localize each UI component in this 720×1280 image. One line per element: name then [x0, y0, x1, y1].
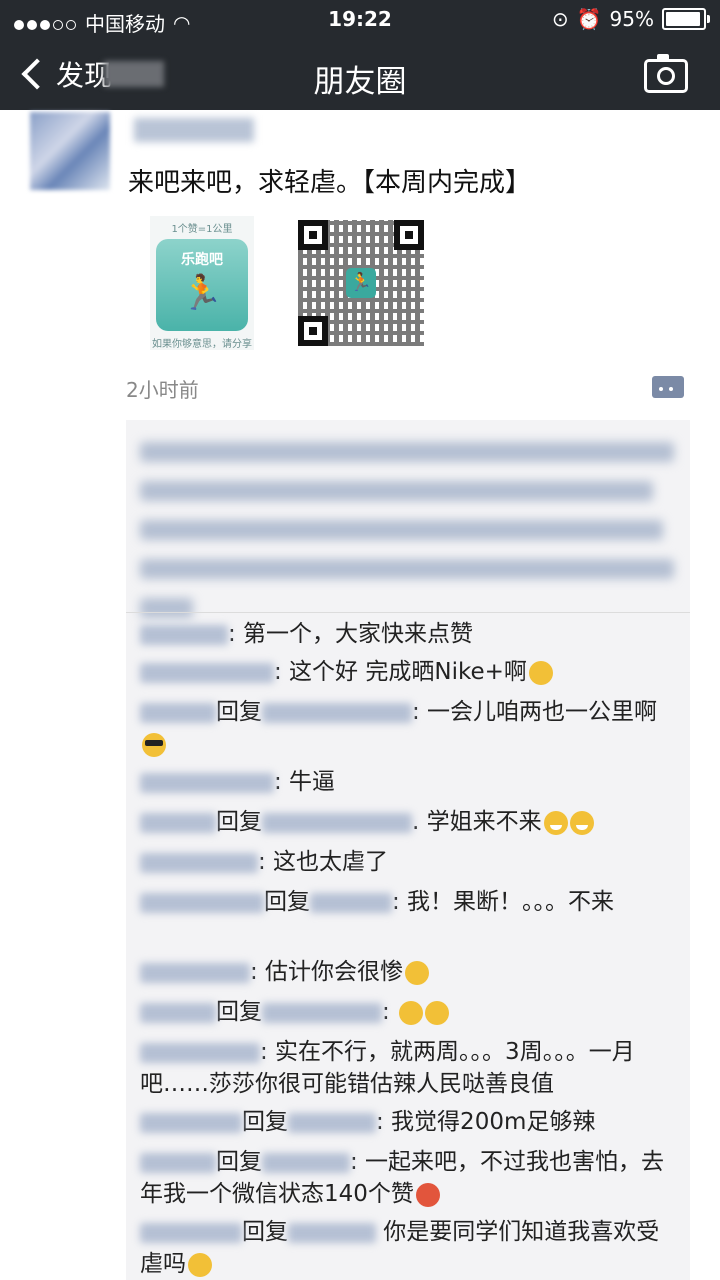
divider — [126, 612, 690, 613]
commenter-name[interactable] — [140, 962, 250, 983]
commenter-name[interactable] — [140, 1042, 260, 1063]
image-caption: 1个赞=1公里 — [171, 224, 233, 235]
likes-list — [140, 432, 674, 637]
app-name: 乐跑吧 — [181, 252, 223, 268]
commenter-name[interactable] — [140, 624, 228, 645]
camera-icon[interactable] — [644, 54, 688, 93]
battery-icon — [662, 8, 710, 30]
commenter-name[interactable] — [140, 772, 274, 793]
page-title: 朋友圈 — [313, 64, 407, 100]
commenter-name[interactable] — [140, 702, 216, 723]
app-icon: 乐跑吧 🏃 — [156, 239, 248, 331]
comment-item[interactable]: : 估计你会很惨 — [140, 956, 680, 988]
reply-target-name[interactable] — [262, 702, 412, 723]
commenter-name[interactable] — [140, 892, 264, 913]
comment-item[interactable]: : 牛逼 — [140, 766, 680, 798]
thinking-emoji-icon — [425, 1000, 450, 1025]
reply-target-name[interactable] — [262, 1152, 350, 1173]
post-text: 来吧来吧，求轻虐。【本周内完成】 — [128, 168, 532, 198]
comment-item[interactable]: : 这也太虐了 — [140, 846, 680, 878]
commenter-name[interactable] — [140, 1002, 216, 1023]
comment-item[interactable]: 回复: 一起来吧，不过我也害怕，去年我一个微信状态140个赞 — [140, 1146, 680, 1210]
avatar[interactable] — [30, 112, 110, 190]
comment-item[interactable]: : 这个好 完成晒Nike+啊 — [140, 656, 680, 688]
commenter-name[interactable] — [140, 662, 274, 683]
commenter-name[interactable] — [140, 812, 216, 833]
status-bar: 中国移动 ◠ 19:22 ⊙ ⏰ 95% — [0, 0, 720, 38]
camera-lens — [657, 67, 675, 85]
commenter-name[interactable] — [140, 1222, 242, 1243]
alarm-icon: ⏰ — [576, 7, 602, 31]
author-name[interactable] — [134, 118, 254, 142]
flushed-emoji-icon — [415, 1182, 440, 1207]
comments-panel: : 第一个，大家快来点赞 : 这个好 完成晒Nike+啊 回复: 一会儿咱两也一… — [126, 420, 690, 1280]
comment-item[interactable]: 回复: 一会儿咱两也一公里啊 — [140, 696, 680, 760]
comment-icon[interactable] — [652, 376, 684, 398]
post-timestamp: 2小时前 — [126, 378, 199, 402]
post-image-qr-code[interactable]: 🏃 — [294, 216, 428, 350]
comment-item[interactable]: 回复: 我觉得200m足够辣 — [140, 1106, 680, 1138]
qr-finder — [394, 220, 424, 250]
tongue-wink-emoji-icon — [188, 1252, 212, 1277]
comment-item[interactable]: 回复. 学姐来不来 — [140, 806, 680, 838]
battery-percent: 95% — [609, 7, 654, 31]
battery-fill — [666, 12, 701, 26]
reply-target-name[interactable] — [262, 1002, 382, 1023]
reply-target-name[interactable] — [288, 1222, 376, 1243]
qr-finder — [298, 220, 328, 250]
reply-target-name[interactable] — [310, 892, 392, 913]
commenter-name[interactable] — [140, 1112, 242, 1133]
commenter-name[interactable] — [140, 1152, 216, 1173]
smirk-emoji-icon — [405, 960, 430, 985]
thinking-emoji-icon — [528, 660, 553, 685]
comment-item[interactable]: : 第一个，大家快来点赞 — [140, 618, 680, 650]
grinning-emoji-icon — [569, 810, 594, 835]
comment-item[interactable]: 回复 你是要同学们知道我喜欢受虐吗 — [140, 1216, 680, 1280]
grinning-emoji-icon — [543, 810, 568, 835]
comment-item[interactable]: 回复: — [140, 996, 680, 1028]
sunglasses-emoji-icon — [142, 732, 166, 757]
comment-item[interactable]: 回复: 我！果断！。。。不来 — [140, 886, 680, 918]
comment-item[interactable]: : 实在不行，就两周。。。3周。。。一月吧……莎莎你很可能错估辣人民哒善良值 — [140, 1036, 680, 1100]
nav-bar: 发现 朋友圈 — [0, 38, 720, 110]
qr-finder — [298, 316, 328, 346]
qr-logo-icon: 🏃 — [346, 268, 376, 298]
image-footer: 如果你够意思，请分享 — [152, 339, 252, 350]
orientation-lock-icon: ⊙ — [551, 7, 569, 31]
runner-icon: 🏃 — [180, 273, 224, 313]
post-image-app[interactable]: 1个赞=1公里 乐跑吧 🏃 如果你够意思，请分享 — [150, 216, 254, 350]
thinking-emoji-icon — [399, 1000, 424, 1025]
reply-target-name[interactable] — [262, 812, 412, 833]
reply-target-name[interactable] — [288, 1112, 376, 1133]
commenter-name[interactable] — [140, 852, 258, 873]
